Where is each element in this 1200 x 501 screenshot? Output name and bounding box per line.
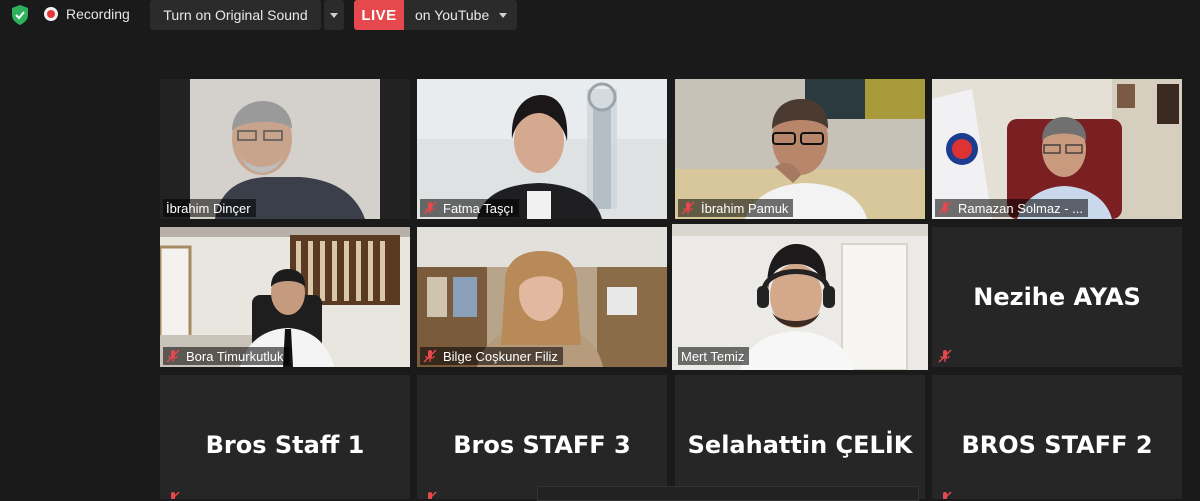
participant-name: İbrahim Dinçer xyxy=(166,200,251,216)
participant-name: Fatma Taşçı xyxy=(443,200,514,216)
participant-tile[interactable]: İbrahim Pamuk xyxy=(675,79,925,219)
participant-video xyxy=(417,79,667,219)
participant-name-bar: Bilge Coşkuner Filiz xyxy=(420,347,563,365)
participant-tile-active-speaker[interactable]: Mert Temiz xyxy=(672,224,928,370)
recording-label: Recording xyxy=(66,6,130,22)
participant-video xyxy=(160,227,410,367)
participant-name-bar: Mert Temiz xyxy=(678,347,750,365)
live-badge: LIVE xyxy=(354,0,404,30)
participant-name-bar: İbrahim Pamuk xyxy=(678,199,794,217)
participant-video xyxy=(675,79,925,219)
participant-tile[interactable]: İbrahim Dinçer xyxy=(160,79,410,219)
participant-tile[interactable]: Bora Timurkutluk xyxy=(160,227,410,367)
original-sound-button[interactable]: Turn on Original Sound xyxy=(150,0,321,30)
recording-dot-icon xyxy=(44,7,58,21)
participant-display-name: Bros STAFF 3 xyxy=(453,431,631,459)
mic-muted-icon xyxy=(423,201,437,215)
participant-name-bar: Bora Timurkutluk xyxy=(163,347,289,365)
participant-name-bar xyxy=(935,347,963,365)
mic-muted-icon xyxy=(938,201,952,215)
participant-tile[interactable]: Fatma Taşçı xyxy=(417,79,667,219)
participant-display-name: Nezihe AYAS xyxy=(973,283,1141,311)
live-stream-button[interactable]: LIVE on YouTube xyxy=(354,0,517,30)
participant-name: Mert Temiz xyxy=(681,348,745,364)
participant-video xyxy=(417,227,667,367)
participant-tile[interactable]: Selahattin ÇELİK xyxy=(675,375,925,499)
participant-name-bar: Fatma Taşçı xyxy=(420,199,519,217)
participant-name-bar: İbrahim Dinçer xyxy=(163,199,256,217)
participant-name-bar: Ramazan Solmaz - ... xyxy=(935,199,1088,217)
participant-tile[interactable]: Nezihe AYAS xyxy=(932,227,1182,367)
participant-tile[interactable]: Bilge Coşkuner Filiz xyxy=(417,227,667,367)
original-sound-dropdown-button[interactable] xyxy=(324,0,344,30)
mic-muted-icon xyxy=(681,201,695,215)
shield-check-icon[interactable] xyxy=(6,2,34,28)
chevron-down-icon xyxy=(499,12,508,18)
mic-muted-icon xyxy=(166,349,180,363)
mic-muted-icon xyxy=(942,491,952,499)
mic-muted-icon xyxy=(427,491,437,499)
live-destination: on YouTube xyxy=(415,7,490,23)
participant-display-name: Bros Staff 1 xyxy=(205,431,365,459)
participant-tile[interactable]: Ramazan Solmaz - ... xyxy=(932,79,1182,219)
participant-tile[interactable]: Bros Staff 1 xyxy=(160,375,410,499)
participant-display-name: Selahattin ÇELİK xyxy=(687,431,913,459)
participant-name: Bilge Coşkuner Filiz xyxy=(443,348,558,364)
mic-muted-icon xyxy=(938,349,952,363)
participant-video xyxy=(932,79,1182,219)
recording-indicator[interactable]: Recording xyxy=(44,0,130,28)
participant-display-name: BROS STAFF 2 xyxy=(961,431,1153,459)
participant-tile[interactable]: BROS STAFF 2 xyxy=(932,375,1182,499)
participant-video xyxy=(160,79,410,219)
participant-name: Bora Timurkutluk xyxy=(186,348,284,364)
chevron-down-icon xyxy=(330,12,338,18)
participant-name: Ramazan Solmaz - ... xyxy=(958,200,1083,216)
participant-name: İbrahim Pamuk xyxy=(701,200,789,216)
participant-tile[interactable]: Bros STAFF 3 xyxy=(417,375,667,499)
mic-muted-icon xyxy=(170,491,180,499)
meeting-toolbar: Recording Turn on Original Sound LIVE on… xyxy=(0,0,1200,32)
mic-muted-icon xyxy=(423,349,437,363)
